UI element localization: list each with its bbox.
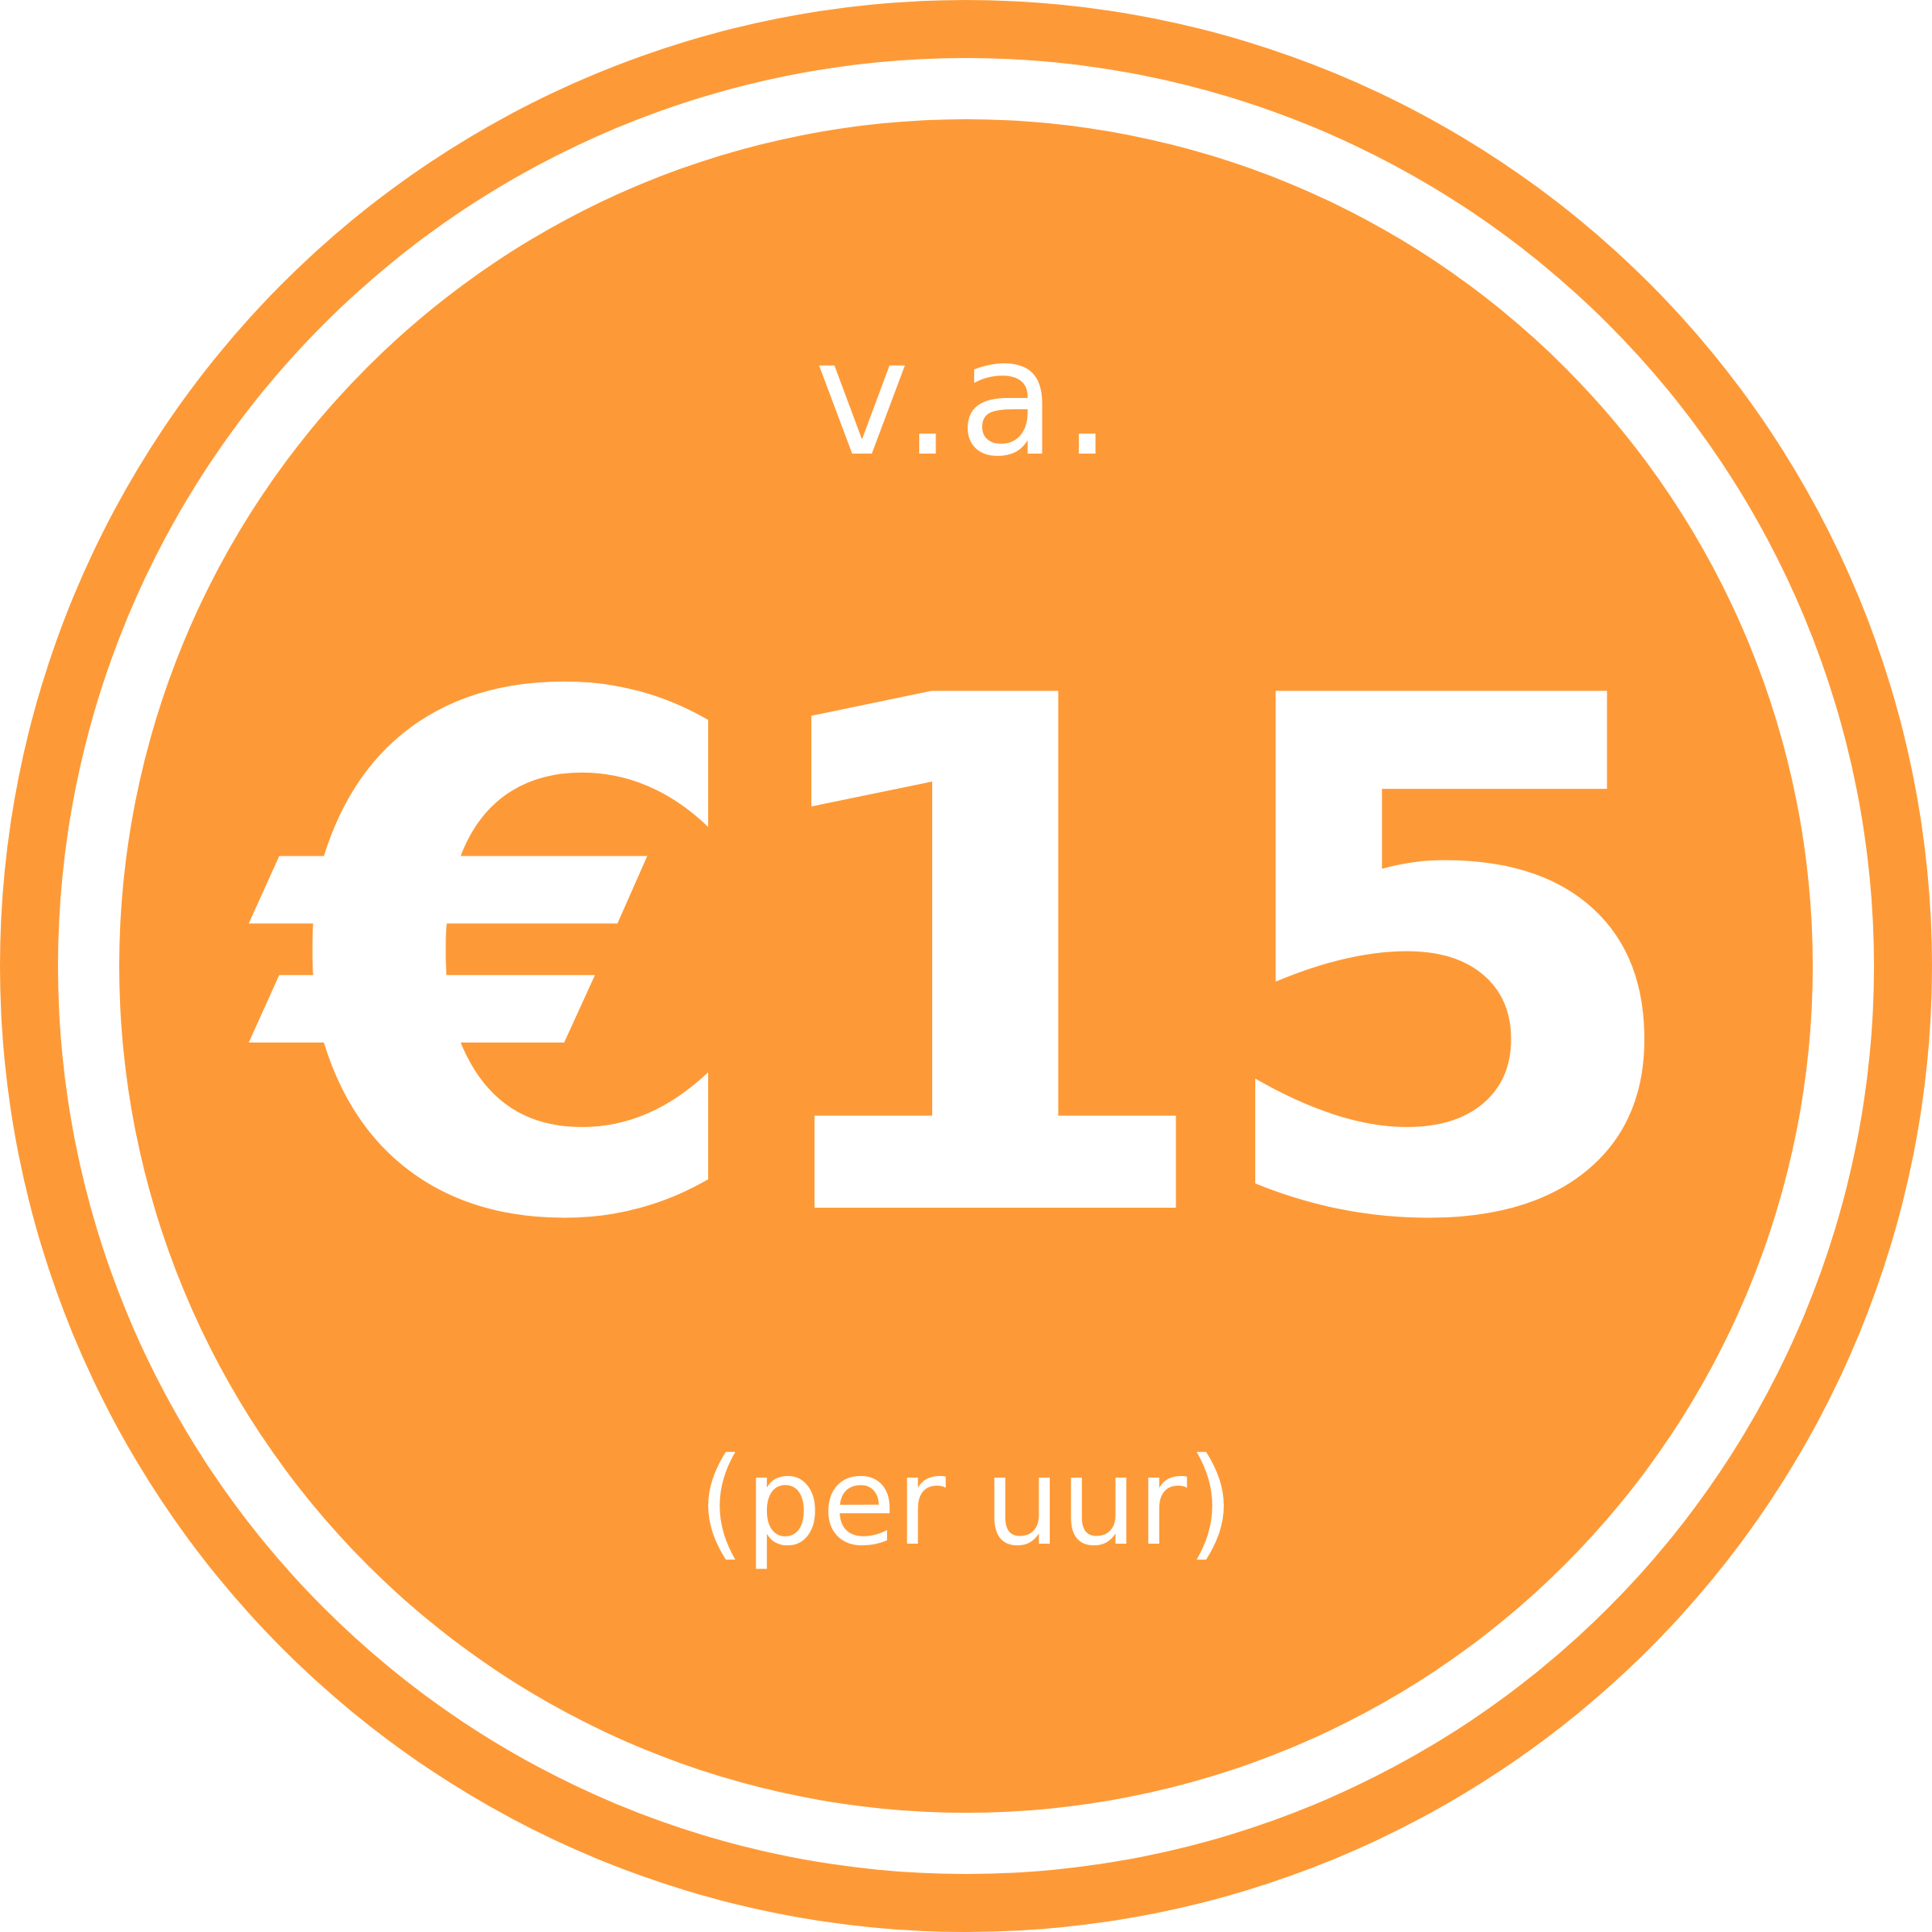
price-value: €15 <box>262 549 1694 1375</box>
price-prefix: v.a. <box>814 305 1118 492</box>
badge-text: v.a. €15 (per uur) <box>0 0 1932 1932</box>
price-unit: (per uur) <box>698 1432 1234 1573</box>
price-badge: v.a. €15 (per uur) <box>0 0 1932 1932</box>
